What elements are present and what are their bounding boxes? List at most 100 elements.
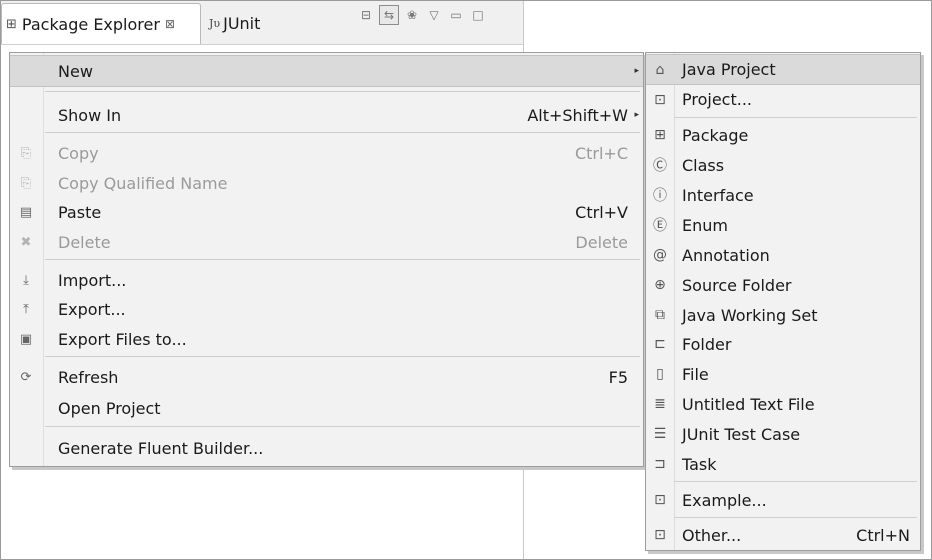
new-submenu: ⌂ Java Project ⊡ Project... ⊞ Package Ⓒ … xyxy=(645,52,921,551)
file-icon: ▯ xyxy=(656,366,664,382)
menu-separator xyxy=(45,259,640,260)
menu-item-import[interactable]: ⤓ Import... xyxy=(10,265,643,295)
focus-on-task-icon[interactable]: ❀ xyxy=(403,6,421,24)
package-explorer-icon: ⊞ xyxy=(6,16,17,32)
submenu-item-project-label: Project... xyxy=(682,90,752,109)
tab-junit-label: JUnit xyxy=(223,13,261,33)
minimize-icon[interactable]: ▭ xyxy=(447,6,465,24)
submenu-item-example[interactable]: ⊡ Example... xyxy=(646,485,920,515)
maximize-icon[interactable]: □ xyxy=(469,6,487,24)
menu-item-export[interactable]: ⤒ Export... xyxy=(10,294,643,324)
submenu-item-interface[interactable]: ⓘ Interface xyxy=(646,180,920,210)
menu-item-new[interactable]: New ▸ xyxy=(10,55,643,87)
menu-item-delete[interactable]: ✖ Delete Delete xyxy=(10,227,643,257)
view-menu-icon[interactable]: ▽ xyxy=(425,6,443,24)
menu-item-delete-label: Delete xyxy=(58,232,111,252)
submenu-item-folder[interactable]: ⊏ Folder xyxy=(646,329,920,359)
folder-icon: ⊏ xyxy=(654,336,666,352)
task-icon: ⊐ xyxy=(654,456,666,472)
menu-item-refresh-label: Refresh xyxy=(58,367,119,387)
submenu-item-class-label: Class xyxy=(682,155,725,175)
submenu-item-project[interactable]: ⊡ Project... xyxy=(646,85,920,114)
menu-item-refresh-accel: F5 xyxy=(608,367,628,387)
menu-item-generate-fluent-builder-label: Generate Fluent Builder... xyxy=(58,438,264,458)
class-icon: Ⓒ xyxy=(653,158,667,174)
menu-item-export-files-to[interactable]: ▣ Export Files to... xyxy=(10,324,643,354)
enum-icon: Ⓔ xyxy=(653,218,667,234)
java-project-icon: ⌂ xyxy=(655,61,665,78)
menu-item-copy-accel: Ctrl+C xyxy=(574,143,628,163)
menu-item-open-project-label: Open Project xyxy=(58,398,161,418)
export-icon: ⤒ xyxy=(23,301,29,317)
submenu-item-junit-test-case[interactable]: ☰ JUnit Test Case xyxy=(646,419,920,449)
menu-separator xyxy=(674,481,917,482)
menu-separator xyxy=(45,91,640,92)
submenu-item-annotation-label: Annotation xyxy=(682,245,770,265)
menu-separator xyxy=(45,426,640,427)
menu-item-copy-qualified-name[interactable]: ⎘ Copy Qualified Name xyxy=(10,168,643,198)
menu-item-show-in[interactable]: Show In Alt+Shift+W ▸ xyxy=(10,100,643,130)
import-icon: ⤓ xyxy=(23,272,29,288)
tab-junit[interactable]: Jυ JUnit xyxy=(205,3,295,43)
submenu-item-untitled-text-file[interactable]: ≣ Untitled Text File xyxy=(646,389,920,419)
menu-item-copy-qualified-name-label: Copy Qualified Name xyxy=(58,173,228,193)
collapse-all-icon[interactable]: ⊟ xyxy=(357,6,375,24)
menu-item-delete-accel: Delete xyxy=(575,232,628,252)
menu-item-generate-fluent-builder[interactable]: Generate Fluent Builder... xyxy=(10,433,643,463)
project-icon: ⊡ xyxy=(654,91,666,108)
paste-icon: ▤ xyxy=(19,204,33,220)
submenu-item-source-folder[interactable]: ⊕ Source Folder xyxy=(646,270,920,300)
menu-item-show-in-accel: Alt+Shift+W xyxy=(527,105,628,125)
package-icon: ⊞ xyxy=(654,127,666,143)
submenu-item-other-label: Other... xyxy=(682,525,742,545)
menu-item-paste-label: Paste xyxy=(58,202,102,222)
submenu-item-package-label: Package xyxy=(682,125,749,145)
submenu-item-junit-test-case-label: JUnit Test Case xyxy=(682,424,801,444)
submenu-item-source-folder-label: Source Folder xyxy=(682,275,792,295)
refresh-icon: ⟳ xyxy=(20,369,32,385)
submenu-item-java-project[interactable]: ⌂ Java Project xyxy=(646,54,920,85)
save-icon: ▣ xyxy=(19,331,33,347)
submenu-item-example-label: Example... xyxy=(682,490,767,510)
tab-package-explorer-label: Package Explorer xyxy=(21,14,160,34)
submenu-item-java-working-set[interactable]: ⧉ Java Working Set xyxy=(646,300,920,330)
source-folder-icon: ⊕ xyxy=(654,277,666,293)
submenu-item-file-label: File xyxy=(682,364,709,384)
submenu-item-other[interactable]: ⊡ Other... Ctrl+N xyxy=(646,520,920,550)
menu-item-export-label: Export... xyxy=(58,299,126,319)
junit-icon: Jυ xyxy=(209,16,221,30)
menu-item-copy[interactable]: ⎘ Copy Ctrl+C xyxy=(10,138,643,168)
menu-item-import-label: Import... xyxy=(58,270,127,290)
submenu-arrow-icon: ▸ xyxy=(634,110,639,120)
submenu-item-package[interactable]: ⊞ Package xyxy=(646,120,920,150)
menu-item-paste[interactable]: ▤ Paste Ctrl+V xyxy=(10,197,643,227)
menu-separator xyxy=(45,132,640,133)
menu-item-open-project[interactable]: Open Project xyxy=(10,393,643,423)
submenu-item-enum-label: Enum xyxy=(682,215,728,235)
tab-package-explorer[interactable]: ⊞ Package Explorer ⊠ xyxy=(1,3,201,44)
menu-item-paste-accel: Ctrl+V xyxy=(575,202,628,222)
submenu-item-untitled-text-file-label: Untitled Text File xyxy=(682,394,815,414)
menu-item-new-label: New xyxy=(58,61,93,81)
context-menu: New ▸ Show In Alt+Shift+W ▸ ⎘ Copy Ctrl+… xyxy=(9,52,644,467)
submenu-item-interface-label: Interface xyxy=(682,185,754,205)
menu-item-refresh[interactable]: ⟳ Refresh F5 xyxy=(10,362,643,392)
link-with-editor-icon[interactable]: ⇆ xyxy=(379,5,399,25)
submenu-arrow-icon: ▸ xyxy=(634,66,639,76)
submenu-item-file[interactable]: ▯ File xyxy=(646,359,920,389)
submenu-item-task[interactable]: ⊐ Task xyxy=(646,449,920,479)
menu-item-show-in-label: Show In xyxy=(58,105,122,125)
close-icon[interactable]: ⊠ xyxy=(165,17,175,31)
menu-separator xyxy=(674,517,917,518)
submenu-item-class[interactable]: Ⓒ Class xyxy=(646,150,920,180)
submenu-item-java-working-set-label: Java Working Set xyxy=(682,305,818,325)
menu-item-copy-label: Copy xyxy=(58,143,99,163)
submenu-item-enum[interactable]: Ⓔ Enum xyxy=(646,210,920,240)
view-toolbar: ⊟ ⇆ ❀ ▽ ▭ □ xyxy=(357,5,491,25)
submenu-item-annotation[interactable]: @ Annotation xyxy=(646,240,920,270)
submenu-item-folder-label: Folder xyxy=(682,334,732,354)
submenu-item-other-accel: Ctrl+N xyxy=(856,525,910,545)
copy-icon: ⎘ xyxy=(20,145,32,161)
text-file-icon: ≣ xyxy=(654,396,666,412)
working-set-icon: ⧉ xyxy=(655,307,665,323)
